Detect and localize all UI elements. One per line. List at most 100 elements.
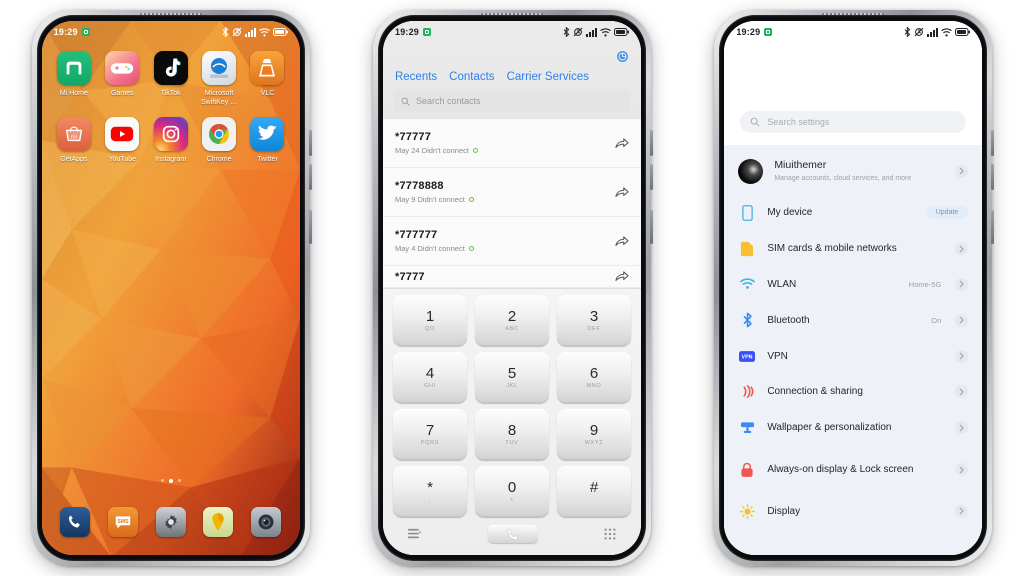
sharing-icon — [738, 384, 756, 399]
volume-down-button[interactable] — [991, 164, 995, 190]
sidebar-item-sim-cards[interactable]: SIM cards & mobile networks — [724, 231, 982, 267]
app-mi-home[interactable]: Mi Home — [50, 51, 98, 107]
gear-icon — [155, 507, 186, 537]
sidebar-item-connection-sharing[interactable]: Connection & sharing — [724, 374, 982, 410]
volume-up-button[interactable] — [649, 130, 653, 156]
dock-item-phone[interactable] — [52, 507, 100, 537]
key-7[interactable]: 7 PQRS — [392, 409, 467, 460]
bluetooth-icon — [904, 27, 911, 37]
key-letters: WXYZ — [584, 440, 604, 446]
table-row[interactable]: *7777 — [382, 266, 641, 288]
app-tiktok[interactable]: TikTok — [146, 51, 194, 107]
wallpaper-icon — [738, 421, 756, 435]
volume-up-button[interactable] — [991, 130, 995, 156]
signal-icon — [927, 27, 939, 37]
call-details-icon[interactable] — [615, 186, 629, 199]
app-twitter[interactable]: Twitter — [243, 117, 291, 164]
app-chrome[interactable]: Chrome — [195, 117, 243, 164]
power-button[interactable] — [308, 210, 312, 244]
call-number: *77777 — [394, 131, 432, 143]
page-dot-active[interactable] — [168, 479, 173, 483]
list-icon[interactable] — [407, 528, 424, 540]
call-details-icon[interactable] — [615, 270, 629, 283]
sidebar-item-wlan[interactable]: WLAN Home-5G — [724, 267, 982, 303]
call-button[interactable] — [488, 525, 539, 543]
power-button[interactable] — [649, 210, 653, 244]
key-hash[interactable]: # — [556, 466, 631, 517]
sidebar-item-display[interactable]: Display — [724, 494, 982, 530]
dock-item-maps[interactable] — [194, 507, 242, 537]
key-8[interactable]: 8 TUV — [474, 409, 549, 460]
dock-item-settings[interactable] — [147, 507, 195, 537]
page-dot[interactable] — [160, 479, 164, 482]
phone-settings: 19:29 Search settings Miuithemer Manage … — [714, 10, 995, 566]
status-time: 19:29 — [53, 27, 78, 37]
call-details-icon[interactable] — [615, 137, 629, 150]
dialpad-icon[interactable] — [603, 527, 617, 541]
key-3[interactable]: 3 DEF — [556, 295, 631, 346]
phone-showcase: 19:29 Mi Home Games TikTok Microsoft Swi… — [0, 0, 1024, 576]
dock-item-sms[interactable]: SMS — [99, 507, 147, 537]
power-button[interactable] — [991, 210, 995, 244]
key-5[interactable]: 5 JKL — [474, 352, 549, 403]
key-digit: 0 — [507, 479, 517, 496]
app-games[interactable]: Games — [98, 51, 146, 107]
sidebar-item-bluetooth[interactable]: Bluetooth On — [724, 302, 982, 338]
key-letters: TUV — [505, 440, 519, 446]
sidebar-item-my-device[interactable]: My device Update — [724, 195, 982, 231]
key-4[interactable]: 4 GHI — [392, 352, 467, 403]
sidebar-item-account[interactable]: Miuithemer Manage accounts, cloud servic… — [724, 147, 982, 195]
key-0[interactable]: 0 + — [474, 466, 549, 517]
key-9[interactable]: 9 WXYZ — [556, 409, 631, 460]
dock: SMS — [42, 507, 300, 537]
app-youtube[interactable]: YouTube — [98, 117, 146, 164]
key-star[interactable]: *, — [392, 466, 467, 517]
call-detail: May 9 Didn't connect — [394, 195, 465, 204]
key-6[interactable]: 6 MNO — [556, 352, 631, 403]
setting-label: Wallpaper & personalization — [767, 422, 892, 434]
page-dot[interactable] — [177, 479, 181, 482]
maps-icon — [203, 507, 234, 537]
sidebar-item-lock-screen[interactable]: Always-on display & Lock screen — [724, 446, 982, 494]
update-badge[interactable]: Update — [925, 206, 969, 220]
getapps-icon: mi — [56, 117, 91, 151]
app-instagram[interactable]: Instagram — [146, 117, 194, 164]
tab-contacts[interactable]: Contacts — [449, 71, 494, 83]
key-1[interactable]: 1 QO — [392, 295, 467, 346]
wifi-icon — [941, 27, 953, 37]
volume-down-button[interactable] — [649, 164, 653, 190]
volume-up-button[interactable] — [308, 130, 312, 156]
setting-label: My device — [767, 207, 813, 219]
search-settings-input[interactable]: Search settings — [740, 111, 967, 133]
dialer-settings-icon[interactable] — [616, 50, 629, 63]
tab-carrier-services[interactable]: Carrier Services — [507, 71, 589, 83]
app-getapps[interactable]: mi GetApps — [50, 117, 98, 164]
sidebar-item-wallpaper[interactable]: Wallpaper & personalization — [724, 410, 982, 446]
volume-down-button[interactable] — [308, 164, 312, 190]
battery-icon — [955, 28, 971, 36]
table-row[interactable]: *777777 May 4 Didn't connect — [382, 217, 641, 266]
app-label: TikTok — [160, 90, 181, 97]
vibrate-off-icon — [914, 27, 924, 37]
dialer-action-bar — [393, 517, 631, 551]
setting-label: SIM cards & mobile networks — [767, 243, 897, 255]
device-icon — [738, 204, 756, 221]
app-swiftkey[interactable]: Microsoft SwiftKey … — [195, 51, 243, 107]
key-digit: * — [427, 479, 433, 496]
key-digit: 5 — [507, 365, 517, 382]
notification-badge-icon — [81, 28, 90, 36]
tab-recents[interactable]: Recents — [395, 71, 437, 83]
sidebar-item-vpn[interactable]: VPN VPN — [724, 338, 982, 374]
key-digit: 9 — [589, 422, 599, 439]
table-row[interactable]: *7778888 May 9 Didn't connect — [382, 168, 641, 217]
app-vlc[interactable]: VLC — [243, 51, 291, 107]
key-digit: 4 — [425, 365, 435, 382]
app-label: Chrome — [206, 156, 232, 163]
search-contacts-input[interactable]: Search contacts — [392, 91, 631, 111]
key-2[interactable]: 2 ABC — [474, 295, 549, 346]
camera-icon — [250, 507, 281, 537]
recent-calls-list[interactable]: *77777 May 24 Didn't connect *7778888 Ma… — [382, 119, 641, 288]
dock-item-camera[interactable] — [242, 507, 290, 537]
table-row[interactable]: *77777 May 24 Didn't connect — [382, 119, 641, 168]
call-details-icon[interactable] — [615, 235, 629, 248]
